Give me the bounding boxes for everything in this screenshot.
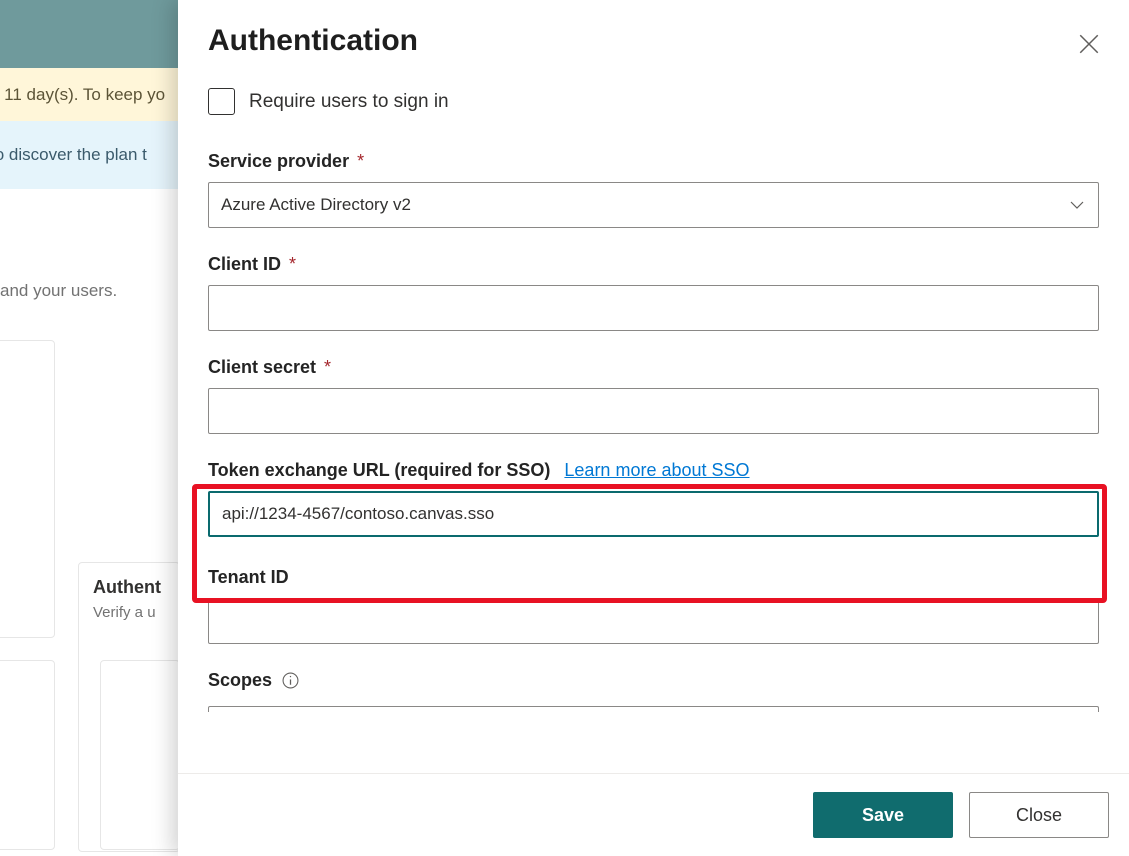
tenant-id-label: Tenant ID [208,567,1099,588]
client-id-label-text: Client ID [208,254,281,275]
service-provider-select-wrap [208,182,1099,228]
required-asterisk: * [357,151,364,172]
bg-card [0,660,55,850]
token-exchange-label: Token exchange URL (required for SSO) Le… [208,460,1099,481]
tenant-id-label-text: Tenant ID [208,567,289,588]
client-id-label: Client ID * [208,254,1099,275]
client-secret-label: Client secret * [208,357,1099,378]
token-exchange-input[interactable] [208,491,1099,537]
bg-card-sub: Verify a u [93,604,179,621]
bg-card [100,660,180,850]
client-secret-label-text: Client secret [208,357,316,378]
save-button[interactable]: Save [813,792,953,838]
scopes-input[interactable] [208,706,1099,712]
scopes-field: Scopes [208,670,1099,717]
require-signin-row: Require users to sign in [208,88,1099,115]
close-button[interactable]: Close [969,792,1109,838]
close-panel-button[interactable] [1075,30,1103,58]
panel-title: Authentication [208,24,418,58]
tenant-id-input[interactable] [208,598,1099,644]
service-provider-select[interactable] [208,182,1099,228]
bg-card-title: Authent [93,577,179,598]
authentication-panel: Authentication Require users to sign in … [178,0,1129,856]
client-id-input[interactable] [208,285,1099,331]
panel-body: Authentication Require users to sign in … [178,0,1129,773]
info-icon[interactable] [282,672,299,689]
panel-footer: Save Close [178,773,1129,856]
client-secret-input[interactable] [208,388,1099,434]
required-asterisk: * [324,357,331,378]
learn-more-sso-link[interactable]: Learn more about SSO [564,460,749,481]
plan-banner-text: to discover the plan t [0,145,147,165]
token-exchange-field: Token exchange URL (required for SSO) Le… [208,460,1099,537]
client-secret-field: Client secret * [208,357,1099,434]
tenant-id-field: Tenant ID [208,567,1099,644]
service-provider-label: Service provider * [208,151,1099,172]
bg-card [0,340,55,638]
require-signin-checkbox[interactable] [208,88,235,115]
bg-subtext: and your users. [0,281,117,301]
token-exchange-label-text: Token exchange URL (required for SSO) [208,460,550,481]
scopes-label: Scopes [208,670,1099,691]
required-asterisk: * [289,254,296,275]
client-id-field: Client ID * [208,254,1099,331]
scopes-label-text: Scopes [208,670,272,691]
service-provider-field: Service provider * [208,151,1099,228]
close-icon [1079,34,1099,54]
require-signin-label: Require users to sign in [249,91,449,113]
trial-banner-text: n 11 day(s). To keep yo [0,85,165,105]
service-provider-label-text: Service provider [208,151,349,172]
panel-header: Authentication [208,24,1099,58]
